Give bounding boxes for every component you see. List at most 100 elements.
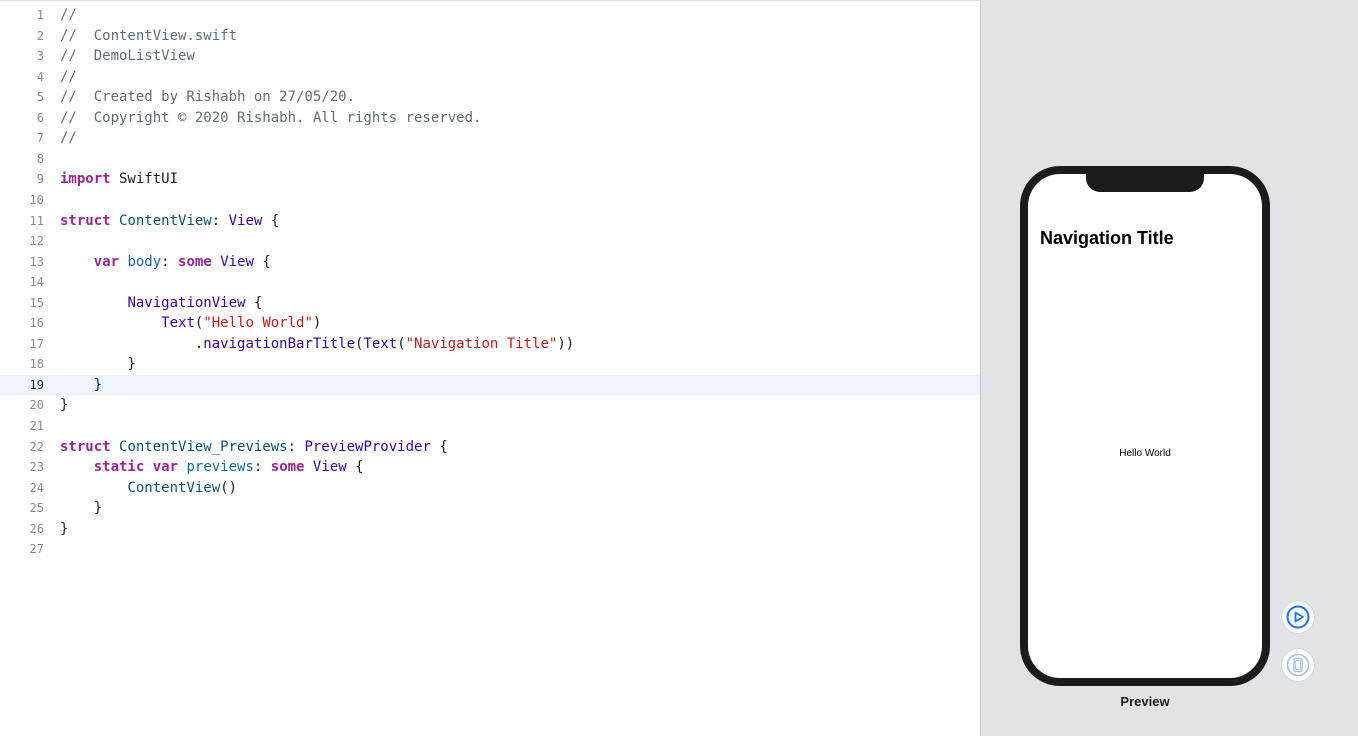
- code-token: import: [60, 171, 111, 188]
- code-editor[interactable]: 1 // 2 // ContentView.swift 3 // DemoListView…: [0, 0, 980, 736]
- code-token: // DemoListView: [60, 48, 195, 65]
- line-number: 27: [29, 542, 44, 557]
- code-token: :: [287, 438, 305, 455]
- line-number: 20: [29, 398, 44, 413]
- code-token: var: [93, 253, 120, 270]
- code-token: "Hello World": [203, 315, 313, 332]
- code-token: (): [220, 479, 238, 496]
- code-line[interactable]: 16 Text("Hello World"): [0, 313, 980, 333]
- code-line[interactable]: 5 // Created by Rishabh on 27/05/20.: [0, 87, 980, 107]
- code-token: ContentView: [127, 479, 221, 496]
- code-text: // ContentView.swift: [60, 26, 237, 46]
- code-text: import SwiftUI: [60, 169, 178, 189]
- code-line[interactable]: 13 var body: some View {: [0, 252, 980, 272]
- code-line[interactable]: 23 static var previews: some View {: [0, 457, 980, 477]
- code-line[interactable]: 18 }: [0, 354, 980, 374]
- play-circle-icon: [1286, 605, 1310, 629]
- code-line[interactable]: 19 }: [0, 374, 980, 395]
- code-line[interactable]: 24 ContentView(): [0, 478, 980, 498]
- preview-on-device-button[interactable]: [1282, 649, 1314, 681]
- code-text: NavigationView {: [60, 293, 262, 313]
- code-line[interactable]: 11 struct ContentView: View {: [0, 211, 980, 231]
- code-token: :: [253, 459, 271, 476]
- device-notch: [1086, 174, 1204, 192]
- code-token: {: [245, 294, 263, 311]
- code-line[interactable]: 27: [0, 539, 980, 559]
- code-line[interactable]: 3 // DemoListView: [0, 46, 980, 66]
- code-token: Text: [363, 335, 398, 352]
- live-preview-button[interactable]: [1282, 601, 1314, 633]
- code-token: // ContentView.swift: [60, 27, 238, 44]
- code-token: }: [60, 397, 69, 414]
- code-token: }: [60, 520, 69, 537]
- code-token: previews: [186, 459, 254, 476]
- code-token: :: [161, 253, 179, 270]
- line-number: 6: [36, 110, 44, 125]
- code-line[interactable]: 4 //: [0, 67, 980, 87]
- code-token: .: [60, 335, 204, 352]
- line-number: 3: [36, 49, 44, 64]
- code-token: View: [220, 253, 254, 270]
- code-token: struct: [60, 212, 111, 229]
- line-number: 22: [29, 439, 44, 454]
- code-text: var body: some View {: [60, 252, 271, 272]
- line-number: 24: [29, 480, 44, 495]
- code-text: }: [60, 395, 68, 415]
- code-text: }: [60, 354, 135, 374]
- code-token: ContentView: [119, 212, 212, 229]
- line-number: 10: [29, 192, 44, 207]
- code-line[interactable]: 2 // ContentView.swift: [0, 26, 980, 46]
- code-token: //: [60, 68, 77, 85]
- code-token: "Navigation Title": [405, 335, 558, 352]
- code-line[interactable]: 25 }: [0, 498, 980, 518]
- code-line[interactable]: 6 // Copyright © 2020 Rishabh. All rights…: [0, 108, 980, 128]
- code-line[interactable]: 17 .navigationBarTitle(Text("Navigation …: [0, 334, 980, 354]
- code-line[interactable]: 20}: [0, 395, 980, 415]
- line-number: 4: [36, 69, 44, 84]
- code-token: View: [312, 459, 347, 476]
- code-text: static var previews: some View {: [60, 457, 364, 477]
- line-number: 11: [29, 213, 44, 228]
- xcode-window: 1 // 2 // ContentView.swift 3 // DemoListView…: [0, 0, 1358, 736]
- code-line[interactable]: 15 NavigationView {: [0, 293, 980, 313]
- line-number: 21: [29, 419, 44, 433]
- code-text: }: [60, 519, 68, 539]
- preview-label: Preview: [1120, 694, 1170, 709]
- code-token: }: [60, 376, 103, 393]
- code-token: NavigationView: [127, 294, 246, 311]
- code-token: navigationBarTitle: [203, 335, 356, 352]
- code-token: View: [228, 212, 263, 229]
- code-token: Text: [161, 315, 195, 332]
- code-line[interactable]: 9 import SwiftUI: [0, 169, 980, 189]
- code-line[interactable]: 1 //: [0, 5, 980, 25]
- code-text: // DemoListView: [60, 46, 195, 66]
- code-line[interactable]: 26}: [0, 519, 980, 539]
- line-number: 5: [36, 90, 44, 105]
- device-icon: [1286, 653, 1310, 677]
- code-text: }: [60, 498, 102, 518]
- code-token: }: [60, 500, 103, 517]
- code-line[interactable]: 21: [0, 416, 980, 436]
- code-token: ): [312, 315, 322, 332]
- code-line[interactable]: 22 struct ContentView_Previews: PreviewPr…: [0, 437, 980, 457]
- code-token: some: [270, 459, 305, 476]
- code-line[interactable]: 10: [0, 190, 980, 210]
- code-line[interactable]: 7 //: [0, 128, 980, 148]
- code-line[interactable]: 8: [0, 149, 980, 169]
- code-token: //: [60, 7, 77, 23]
- code-line[interactable]: 14: [0, 272, 980, 292]
- code-token: :: [211, 212, 229, 229]
- code-text: //: [60, 5, 77, 25]
- code-text: struct ContentView: View {: [60, 211, 279, 231]
- code-text: // Created by Rishabh on 27/05/20.: [60, 87, 355, 107]
- code-line[interactable]: 12: [0, 231, 980, 251]
- navigation-title: Navigation Title: [1040, 228, 1174, 248]
- device-screen[interactable]: Navigation Title Hello World: [1028, 174, 1262, 678]
